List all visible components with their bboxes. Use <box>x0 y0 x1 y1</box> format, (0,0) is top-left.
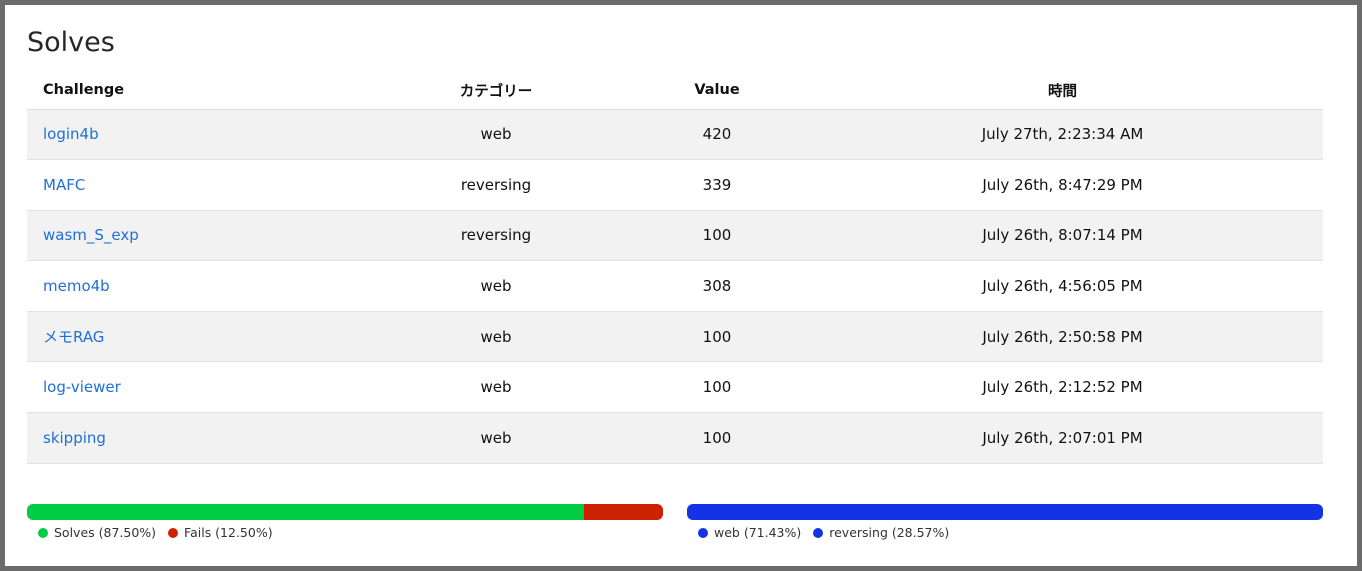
value-cell: 100 <box>702 428 732 447</box>
table-row: メモRAG web 100 July 26th, 2:50:58 PM <box>27 311 1323 362</box>
legend-dot-icon <box>813 527 824 538</box>
time-cell: July 26th, 8:47:29 PM <box>982 175 1143 194</box>
value-cell: 100 <box>702 226 732 245</box>
value-cell: 308 <box>702 277 732 296</box>
page-title: Solves <box>27 27 115 58</box>
challenge-link[interactable]: メモRAG <box>43 328 104 346</box>
table-row: MAFC reversing 339 July 26th, 8:47:29 PM <box>27 160 1323 211</box>
solves-panel: Solves Challenge カテゴリー Value 時間 login4b … <box>5 5 1357 566</box>
time-cell: July 26th, 2:50:58 PM <box>982 327 1143 346</box>
challenge-link[interactable]: log-viewer <box>43 378 121 396</box>
legend-dot-icon <box>168 527 179 538</box>
challenge-link[interactable]: login4b <box>43 125 99 143</box>
category-cell: web <box>480 378 512 397</box>
time-cell: July 27th, 2:23:34 AM <box>981 125 1144 144</box>
table-row: memo4b web 308 July 26th, 4:56:05 PM <box>27 261 1323 312</box>
legend-label: reversing (28.57%) <box>829 525 950 540</box>
legend-dot-icon <box>698 527 708 538</box>
table-row: wasm_S_exp reversing 100 July 26th, 8:07… <box>27 210 1323 261</box>
solves-table: Challenge カテゴリー Value 時間 login4b web 420… <box>27 72 1323 464</box>
category-cell: web <box>480 125 512 144</box>
value-cell: 100 <box>702 378 732 397</box>
legend-item-reversing[interactable]: reversing (28.57%) <box>813 525 949 540</box>
column-header-challenge: Challenge <box>27 72 360 110</box>
time-cell: July 26th, 2:12:52 PM <box>982 378 1143 397</box>
column-header-value: Value <box>632 72 802 110</box>
challenge-link[interactable]: wasm_S_exp <box>43 226 139 244</box>
solve-fail-legend: Solves (87.50%) Fails (12.50%) <box>38 525 285 540</box>
table-row: log-viewer web 100 July 26th, 2:12:52 PM <box>27 362 1323 413</box>
value-cell: 339 <box>702 175 732 194</box>
table-row: skipping web 100 July 26th, 2:07:01 PM <box>27 412 1323 464</box>
category-cell: web <box>480 428 512 447</box>
time-cell: July 26th, 8:07:14 PM <box>982 226 1143 245</box>
table-row: login4b web 420 July 27th, 2:23:34 AM <box>27 109 1323 160</box>
legend-item-web[interactable]: web (71.43%) <box>698 525 801 540</box>
legend-item-solves[interactable]: Solves (87.50%) <box>38 525 156 540</box>
category-bar <box>687 504 1323 520</box>
column-header-category: カテゴリー <box>360 72 632 110</box>
category-cell: web <box>480 277 512 296</box>
legend-label: Fails (12.50%) <box>184 525 273 540</box>
category-cell: reversing <box>460 226 532 245</box>
solve-fail-bar <box>27 504 663 520</box>
web-segment[interactable] <box>687 504 1142 520</box>
time-cell: July 26th, 4:56:05 PM <box>982 277 1143 296</box>
category-legend: web (71.43%) reversing (28.57%) <box>698 525 961 540</box>
time-cell: July 26th, 2:07:01 PM <box>982 428 1143 447</box>
fails-segment[interactable] <box>583 504 663 520</box>
reversing-segment[interactable] <box>1141 504 1323 520</box>
legend-label: Solves (87.50%) <box>54 525 157 540</box>
table-header-row: Challenge カテゴリー Value 時間 <box>27 72 1323 110</box>
challenge-link[interactable]: memo4b <box>43 277 110 295</box>
category-cell: web <box>480 327 512 346</box>
legend-label: web (71.43%) <box>714 525 802 540</box>
column-header-time: 時間 <box>802 72 1323 110</box>
value-cell: 420 <box>702 125 732 144</box>
challenge-link[interactable]: MAFC <box>43 176 85 194</box>
category-cell: reversing <box>460 175 532 194</box>
legend-item-fails[interactable]: Fails (12.50%) <box>168 525 273 540</box>
value-cell: 100 <box>702 327 732 346</box>
legend-dot-icon <box>38 527 48 538</box>
challenge-link[interactable]: skipping <box>43 429 106 447</box>
solves-segment[interactable] <box>27 504 584 520</box>
